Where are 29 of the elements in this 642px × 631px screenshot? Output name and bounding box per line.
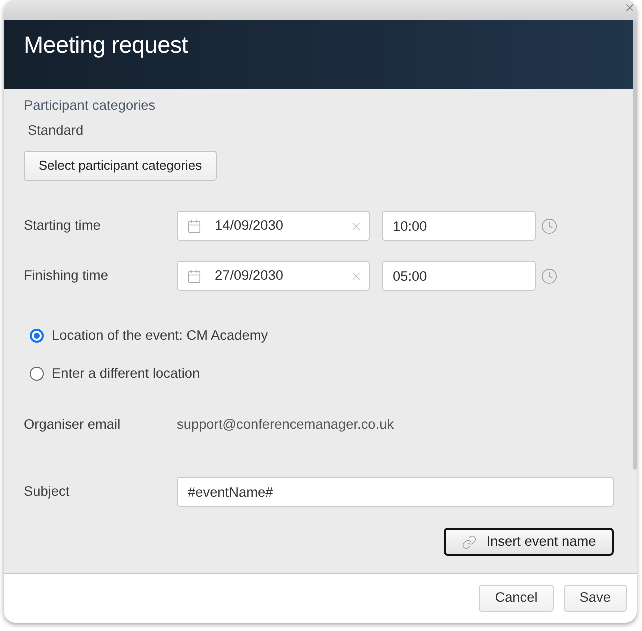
field-label: Subject <box>24 482 71 501</box>
time-field[interactable]: 10:00 <box>382 211 536 241</box>
calendar-icon <box>187 218 202 234</box>
footer-button[interactable]: Cancel <box>479 585 554 612</box>
subject-field[interactable]: #eventName# <box>177 477 614 507</box>
close-icon <box>624 2 636 14</box>
section-label: Participant categories <box>24 98 156 114</box>
close-button[interactable] <box>624 2 636 14</box>
email-value: support@conferencemanager.co.uk <box>177 416 394 434</box>
radio-button[interactable] <box>30 367 44 381</box>
footer-button[interactable]: Save <box>564 585 627 612</box>
field-label: Finishing time <box>24 266 110 285</box>
date-field[interactable]: 27/09/2030 <box>177 261 370 291</box>
field-label: Starting time <box>24 216 102 235</box>
scrollbar[interactable] <box>633 20 637 470</box>
dialog-title: Meeting request <box>24 34 188 58</box>
link-icon <box>462 534 477 550</box>
date-field[interactable]: 14/09/2030 <box>177 211 370 241</box>
radio-label: Location of the event: CM Academy <box>52 326 268 345</box>
select-categories-button[interactable]: Select participant categories <box>24 151 217 181</box>
category-value: Standard <box>28 123 84 139</box>
clock-icon[interactable] <box>541 218 558 234</box>
clock-icon[interactable] <box>541 268 558 284</box>
calendar-icon <box>187 268 202 284</box>
field-label: Organiser email <box>24 416 122 434</box>
insert-event-name-button[interactable]: Insert event name <box>444 528 614 556</box>
radio-label: Enter a different location <box>52 364 200 383</box>
radio-button[interactable] <box>30 329 44 343</box>
time-field[interactable]: 05:00 <box>382 261 536 291</box>
